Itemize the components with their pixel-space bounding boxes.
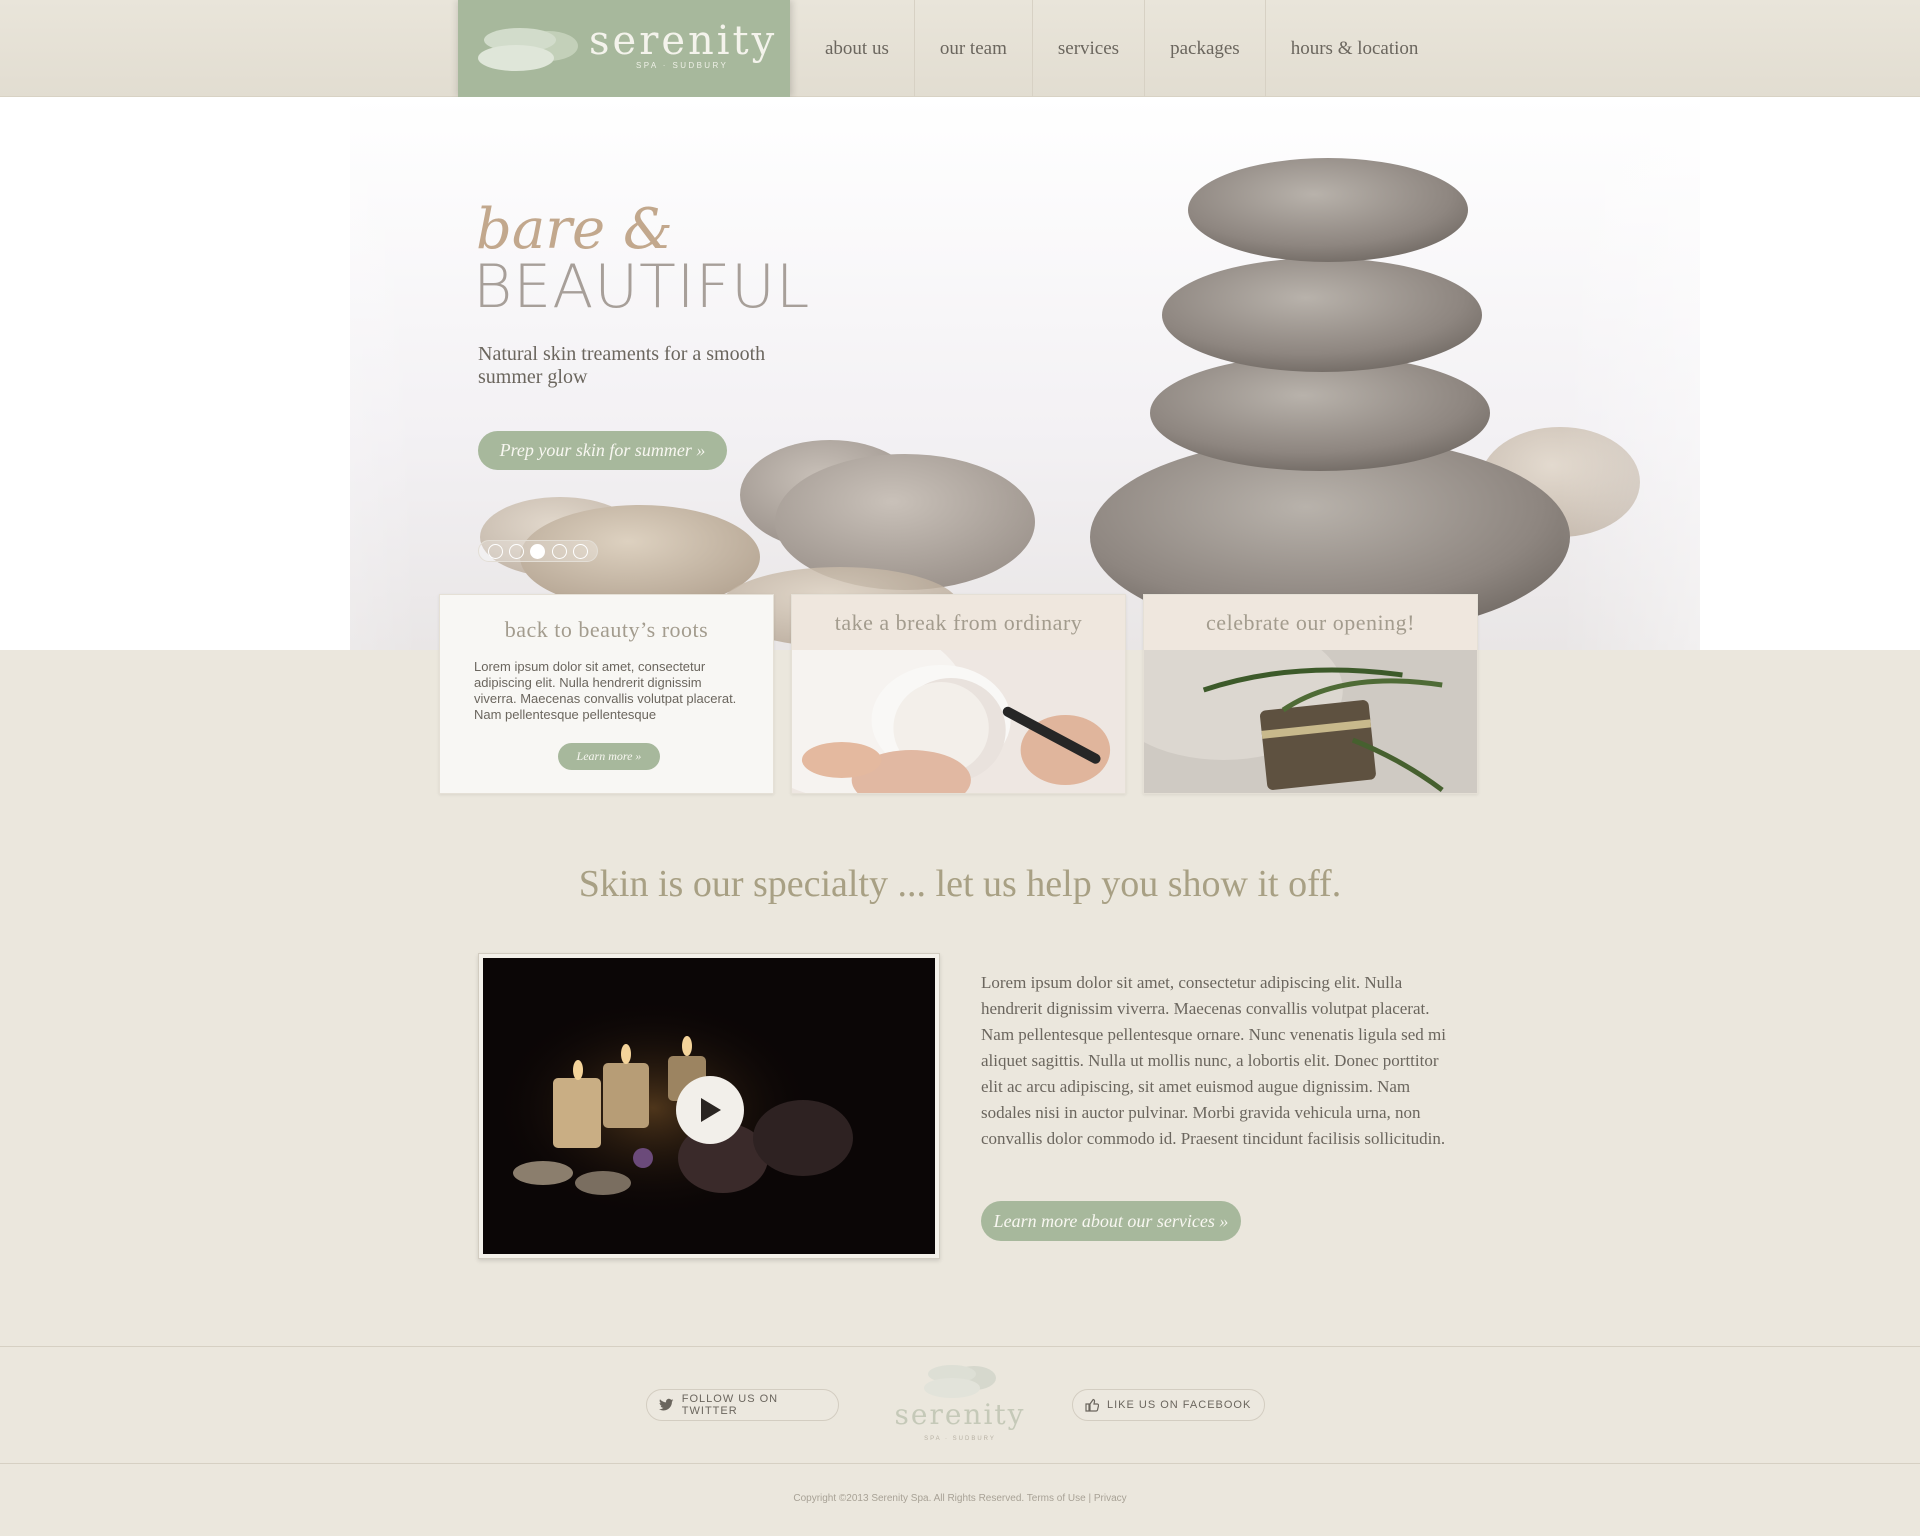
video-frame [483, 958, 935, 1254]
thumbs-up-icon [1085, 1398, 1099, 1412]
soap-gift-image [1144, 650, 1477, 793]
footer-divider [0, 1463, 1920, 1464]
footer-tagline: SPA · SUDBURY [924, 1436, 996, 1442]
footer-divider [0, 1346, 1920, 1347]
services-description: Lorem ipsum dolor sit amet, consectetur … [981, 973, 1446, 1148]
facebook-like-button[interactable]: LIKE US ON FACEBOOK [1072, 1389, 1265, 1421]
hero-title: BEAUTIFUL [473, 252, 811, 322]
logo[interactable]: serenity SPA · SUDBURY [458, 0, 790, 97]
logo-wordmark: serenity [589, 18, 778, 64]
promo-card-title: back to beauty’s roots [504, 617, 709, 642]
stones-logo-icon [478, 28, 578, 71]
nav-our-team[interactable]: our team [915, 0, 1033, 97]
slide-dot[interactable] [509, 543, 525, 559]
nav-services[interactable]: services [1033, 0, 1146, 97]
footer-logo[interactable]: serenity SPA · SUDBURY [894, 1362, 1026, 1446]
promo-card-opening[interactable]: celebrate our opening! [1143, 594, 1478, 794]
promo-card-title: take a break from ordinary [792, 595, 1125, 650]
video-player[interactable] [478, 953, 940, 1259]
promo-card-break[interactable]: take a break from ordinary [791, 594, 1126, 794]
slider-pagination [478, 540, 598, 562]
promo-card-title: celebrate our opening! [1144, 595, 1477, 650]
nav-hours-location[interactable]: hours & location [1266, 0, 1444, 97]
privacy-link[interactable]: Privacy [1094, 1493, 1127, 1504]
section-tagline: Skin is our specialty ... let us help yo… [578, 863, 1342, 905]
learn-more-services-button[interactable]: Learn more about our services » [981, 1201, 1241, 1241]
nav-about-us[interactable]: about us [800, 0, 915, 97]
twitter-label: FOLLOW US ON TWITTER [681, 1393, 779, 1417]
twitter-follow-button[interactable]: FOLLOW US ON TWITTER [646, 1389, 839, 1421]
hero-banner: bare & BEAUTIFUL Natural skin treaments … [0, 97, 1920, 650]
slide-dot-active[interactable] [530, 543, 546, 559]
play-button[interactable] [676, 1076, 744, 1144]
slide-dot[interactable] [572, 543, 588, 559]
stones-logo-icon [924, 1365, 996, 1398]
footer-wordmark: serenity [894, 1398, 1026, 1431]
zen-stones-image [0, 97, 1920, 650]
main-nav: about us our team services packages hour… [800, 0, 1443, 97]
copyright-bar: Copyright ©2013 Serenity Spa. All Rights… [0, 1493, 1920, 1504]
terms-link[interactable]: Terms of Use [1027, 1493, 1086, 1504]
promo-card-beauty-roots: back to beauty’s roots Lorem ipsum dolor… [439, 594, 774, 794]
promo-card-text: Lorem ipsum dolor sit amet, consectetur … [474, 659, 737, 722]
twitter-bird-icon [659, 1398, 674, 1411]
facebook-label: LIKE US ON FACEBOOK [1107, 1399, 1252, 1411]
footer-separator: | [1088, 1493, 1092, 1504]
slide-dot[interactable] [551, 543, 567, 559]
slide-dot[interactable] [488, 543, 504, 559]
hero-subtitle: Natural skin treaments for a smooth summ… [478, 343, 766, 388]
nav-packages[interactable]: packages [1145, 0, 1266, 97]
learn-more-button[interactable]: Learn more » [558, 743, 660, 770]
site-header: serenity SPA · SUDBURY about us our team… [0, 0, 1920, 97]
logo-tagline: SPA · SUDBURY [636, 61, 729, 70]
copyright-text: Copyright ©2013 Serenity Spa. All Rights… [793, 1493, 1025, 1504]
hero-cta-button[interactable]: Prep your skin for summer » [478, 431, 727, 470]
facial-treatment-image [792, 650, 1125, 793]
play-icon [701, 1098, 721, 1122]
